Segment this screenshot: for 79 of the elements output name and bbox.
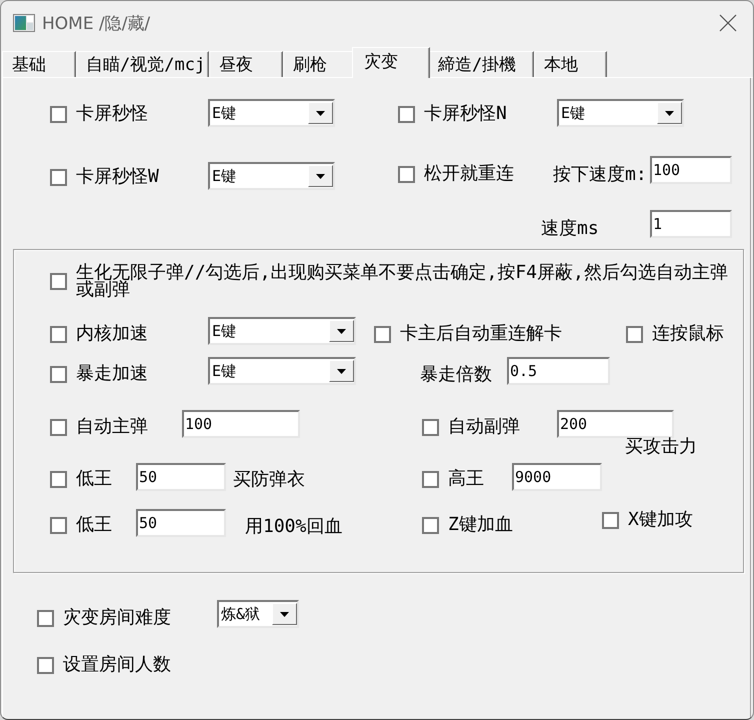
field-label: 暴走倍数 bbox=[420, 366, 492, 384]
checkbox-label[interactable]: 卡主后自动重连解卡 bbox=[400, 325, 562, 343]
checkbox[interactable] bbox=[50, 418, 67, 436]
checkbox-label[interactable]: 灾变房间难度 bbox=[63, 609, 171, 627]
text-field[interactable]: 1 bbox=[650, 210, 732, 238]
tab[interactable]: 灾变 bbox=[352, 47, 430, 78]
checkbox-label[interactable]: X键加攻 bbox=[628, 511, 693, 529]
caret-icon bbox=[665, 110, 674, 116]
text-field[interactable]: 100 bbox=[182, 410, 300, 438]
caret-icon bbox=[337, 328, 346, 334]
text-field[interactable]: 0.5 bbox=[507, 357, 610, 385]
field-label: 买防弹衣 bbox=[233, 471, 305, 489]
dropdown-button[interactable] bbox=[308, 102, 333, 124]
caret-icon bbox=[280, 612, 289, 616]
checkbox-label[interactable]: 内核加速 bbox=[76, 325, 148, 343]
checkbox-label[interactable]: Z键加血 bbox=[448, 516, 513, 534]
caret-icon bbox=[316, 110, 325, 116]
checkbox[interactable] bbox=[602, 512, 619, 528]
close-button[interactable] bbox=[719, 14, 737, 32]
dropdown[interactable]: E键 bbox=[208, 162, 335, 190]
dropdown-button[interactable] bbox=[329, 320, 354, 342]
checkbox-label[interactable]: 设置房间人数 bbox=[63, 656, 171, 674]
close-icon bbox=[719, 14, 737, 32]
checkbox-label[interactable]: 生化无限子弹//勾选后,出现购买菜单不要点击确定,按F4屏蔽,然后勾选自动主弹或副弹 bbox=[76, 264, 736, 298]
dropdown[interactable]: E键 bbox=[208, 317, 356, 345]
text-field[interactable]: 200 bbox=[557, 410, 674, 438]
checkbox[interactable] bbox=[422, 470, 439, 488]
dropdown-button[interactable] bbox=[329, 360, 354, 382]
checkbox-label[interactable]: 暴走加速 bbox=[76, 365, 148, 383]
checkbox-label[interactable]: 松开就重连 bbox=[424, 165, 514, 183]
text-field[interactable]: 9000 bbox=[512, 463, 602, 491]
checkbox[interactable] bbox=[50, 516, 67, 534]
dropdown-button[interactable] bbox=[272, 603, 297, 625]
tab[interactable]: 昼夜 bbox=[209, 51, 283, 77]
tab[interactable]: 基础 bbox=[2, 51, 76, 77]
tab[interactable]: 刷枪 bbox=[283, 51, 354, 77]
checkbox[interactable] bbox=[626, 326, 643, 342]
tab[interactable]: 自瞄/视觉/mcj bbox=[76, 51, 209, 77]
dropdown[interactable]: E键 bbox=[557, 99, 684, 127]
checkbox[interactable] bbox=[50, 106, 67, 122]
checkbox-label[interactable]: 卡屏秒怪N bbox=[424, 105, 507, 123]
app-icon bbox=[13, 14, 35, 32]
checkbox[interactable] bbox=[422, 418, 439, 436]
text-field[interactable]: 100 bbox=[650, 156, 732, 184]
checkbox[interactable] bbox=[398, 166, 415, 182]
checkbox[interactable] bbox=[398, 106, 415, 122]
field-label: 速度ms bbox=[541, 220, 599, 238]
field-label: 买攻击力 bbox=[625, 438, 697, 456]
checkbox-label[interactable]: 高王 bbox=[448, 470, 484, 488]
dropdown[interactable]: 炼&狱 bbox=[217, 600, 299, 628]
caret-icon bbox=[337, 368, 346, 374]
checkbox-label[interactable]: 卡屏秒怪W bbox=[76, 168, 159, 186]
checkbox-label[interactable]: 连按鼠标 bbox=[652, 325, 724, 343]
checkbox[interactable] bbox=[374, 326, 391, 342]
checkbox-label[interactable]: 卡屏秒怪 bbox=[76, 105, 148, 123]
tab[interactable]: 本地 bbox=[534, 51, 607, 77]
checkbox-label[interactable]: 低王 bbox=[76, 470, 112, 488]
text-field[interactable]: 50 bbox=[136, 509, 226, 537]
field-label: 按下速度m: bbox=[553, 166, 647, 184]
dropdown[interactable]: E键 bbox=[208, 99, 335, 127]
field-label: 用100%回血 bbox=[245, 518, 342, 536]
checkbox-label[interactable]: 低王 bbox=[76, 516, 112, 534]
checkbox[interactable] bbox=[37, 610, 54, 626]
checkbox[interactable] bbox=[37, 656, 54, 674]
checkbox[interactable] bbox=[50, 470, 67, 488]
checkbox[interactable] bbox=[50, 326, 67, 342]
checkbox[interactable] bbox=[422, 516, 439, 534]
checkbox-label[interactable]: 自动副弹 bbox=[448, 418, 520, 436]
dropdown-button[interactable] bbox=[308, 165, 333, 187]
dropdown[interactable]: E键 bbox=[208, 357, 356, 385]
checkbox[interactable] bbox=[50, 366, 67, 382]
caret-icon bbox=[316, 174, 325, 178]
dropdown-button[interactable] bbox=[657, 102, 682, 124]
text-field[interactable]: 50 bbox=[136, 463, 226, 491]
checkbox[interactable] bbox=[50, 168, 67, 186]
checkbox[interactable] bbox=[50, 272, 67, 290]
window-title: HOME /隐/藏/ bbox=[42, 12, 150, 34]
tab[interactable]: 締造/掛機 bbox=[428, 51, 534, 77]
checkbox-label[interactable]: 自动主弹 bbox=[76, 418, 148, 436]
